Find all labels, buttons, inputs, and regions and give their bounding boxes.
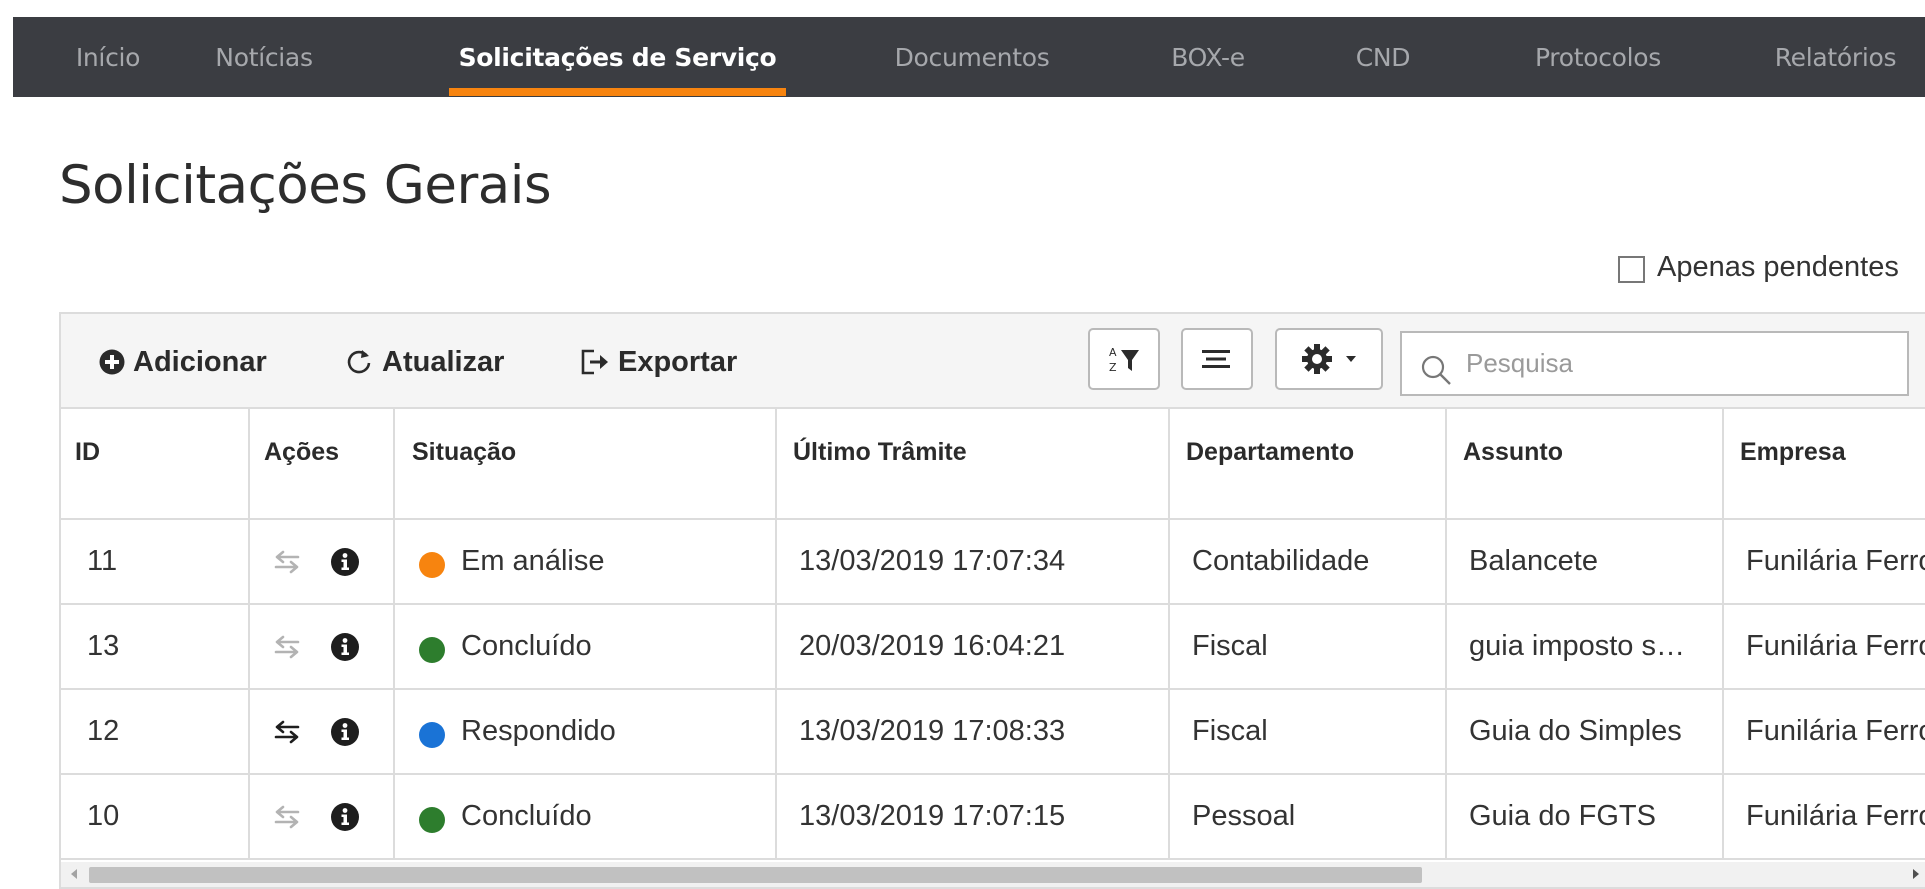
refresh-icon [347, 350, 371, 374]
refresh-label: Atualizar [382, 345, 505, 378]
table-row[interactable]: 11 Em análise 13/03/2019 17:07:34 Contab… [61, 520, 1925, 605]
status-dot [419, 551, 445, 578]
cell-empresa: Funilária Ferro [1746, 630, 1925, 662]
column-header-ultimo-tramite[interactable]: Último Trâmite [777, 409, 1170, 518]
swap-icon[interactable] [272, 634, 302, 660]
table-row[interactable]: 13 Concluído 20/03/2019 16:04:21 Fiscal … [61, 605, 1925, 690]
cell-acoes [250, 690, 395, 773]
cell-departamento: Contabilidade [1170, 520, 1447, 603]
cell-assunto: Balancete [1447, 520, 1724, 603]
svg-text:Z: Z [1109, 361, 1117, 374]
cell-assunto: guia imposto s… [1447, 605, 1724, 688]
search-input[interactable] [1464, 347, 1888, 380]
export-label: Exportar [618, 345, 738, 378]
cell-situacao: Concluído [395, 775, 777, 858]
column-header-empresa[interactable]: Empresa [1724, 409, 1925, 518]
tab-relatorios[interactable]: Relatórios [1758, 17, 1913, 97]
info-icon[interactable] [330, 802, 360, 832]
pending-only-checkbox[interactable] [1618, 256, 1645, 283]
cell-acoes [250, 605, 395, 688]
cell-departamento: Fiscal [1170, 605, 1447, 688]
tab-documentos[interactable]: Documentos [856, 17, 1088, 97]
horizontal-scrollbar[interactable] [61, 862, 1925, 887]
cell-id: 11 [61, 520, 250, 603]
status-dot [419, 806, 445, 833]
tab-protocolos[interactable]: Protocolos [1493, 17, 1703, 97]
gear-icon [1302, 344, 1332, 374]
column-header-assunto[interactable]: Assunto [1447, 409, 1724, 518]
add-label: Adicionar [133, 345, 267, 378]
cell-acoes [250, 520, 395, 603]
cell-id: 12 [61, 690, 250, 773]
cell-situacao: Concluído [395, 605, 777, 688]
cell-empresa: Funilária Ferro [1746, 800, 1925, 832]
status-text: Respondido [461, 715, 616, 747]
cell-empresa: Funilária Ferro [1746, 545, 1925, 577]
info-icon[interactable] [330, 547, 360, 577]
caret-down-icon [1346, 356, 1356, 362]
requests-grid: Adicionar Atualizar Exportar A Z Pesquis… [59, 312, 1925, 889]
export-button[interactable]: Exportar [580, 342, 737, 382]
svg-text:A: A [1109, 346, 1117, 359]
cell-situacao: Respondido [395, 690, 777, 773]
tab-solicitacoes-de-servico[interactable]: Solicitações de Serviço [449, 17, 786, 97]
cell-departamento: Fiscal [1170, 690, 1447, 773]
swap-icon[interactable] [272, 549, 302, 575]
sort-az-icon: A Z [1109, 346, 1139, 374]
sort-button[interactable]: A Z [1088, 328, 1160, 390]
scrollbar-thumb[interactable] [89, 867, 1422, 883]
cell-situacao: Em análise [395, 520, 777, 603]
scroll-right-arrow[interactable] [1913, 869, 1919, 879]
cell-acoes [250, 775, 395, 858]
status-text: Concluído [461, 800, 592, 832]
active-tab-indicator [449, 88, 786, 96]
status-text: Concluído [461, 630, 592, 662]
cell-ultimo-tramite: 13/03/2019 17:07:34 [777, 520, 1170, 603]
column-header-acoes[interactable]: Ações [250, 409, 395, 518]
table-row[interactable]: 12 Respondido 13/03/2019 17:08:33 Fiscal… [61, 690, 1925, 775]
refresh-button[interactable]: Atualizar [344, 342, 504, 382]
tab-inicio[interactable]: Início [53, 17, 163, 97]
pending-only-label[interactable]: Apenas pendentes [1657, 251, 1899, 284]
cell-assunto: Guia do Simples [1447, 690, 1724, 773]
grid-toolbar: Adicionar Atualizar Exportar A Z [61, 314, 1925, 409]
export-icon [581, 349, 608, 375]
tab-noticias[interactable]: Notícias [183, 17, 345, 97]
status-dot [419, 721, 445, 748]
scroll-left-arrow[interactable] [71, 869, 77, 879]
cell-ultimo-tramite: 13/03/2019 17:07:15 [777, 775, 1170, 858]
cell-ultimo-tramite: 13/03/2019 17:08:33 [777, 690, 1170, 773]
status-dot [419, 636, 445, 663]
cell-ultimo-tramite: 20/03/2019 16:04:21 [777, 605, 1170, 688]
page-title: Solicitações Gerais [59, 155, 552, 216]
cell-id: 10 [61, 775, 250, 858]
status-text: Em análise [461, 545, 605, 577]
column-header-id[interactable]: ID [61, 409, 250, 518]
top-navigation: Início Notícias Solicitações de Serviço … [13, 17, 1925, 97]
info-icon[interactable] [330, 717, 360, 747]
column-header-situacao[interactable]: Situação [395, 409, 777, 518]
plus-circle-icon [99, 349, 125, 375]
swap-icon[interactable] [272, 719, 302, 745]
cell-assunto: Guia do FGTS [1447, 775, 1724, 858]
tab-box-e[interactable]: BOX-e [1143, 17, 1273, 97]
add-button[interactable]: Adicionar [99, 342, 267, 382]
swap-icon[interactable] [272, 804, 302, 830]
tab-cnd[interactable]: CND [1333, 17, 1433, 97]
cell-empresa: Funilária Ferro [1746, 715, 1925, 747]
column-header-departamento[interactable]: Departamento [1170, 409, 1447, 518]
table-header: ID Ações Situação Último Trâmite Departa… [61, 409, 1925, 520]
search-icon [1421, 355, 1451, 385]
search-box[interactable] [1400, 331, 1909, 396]
cell-departamento: Pessoal [1170, 775, 1447, 858]
group-button[interactable] [1181, 328, 1253, 390]
settings-dropdown-button[interactable] [1275, 328, 1383, 390]
cell-id: 13 [61, 605, 250, 688]
table-row[interactable]: 10 Concluído 13/03/2019 17:07:15 Pessoal… [61, 775, 1925, 860]
lines-icon [1202, 350, 1230, 368]
info-icon[interactable] [330, 632, 360, 662]
